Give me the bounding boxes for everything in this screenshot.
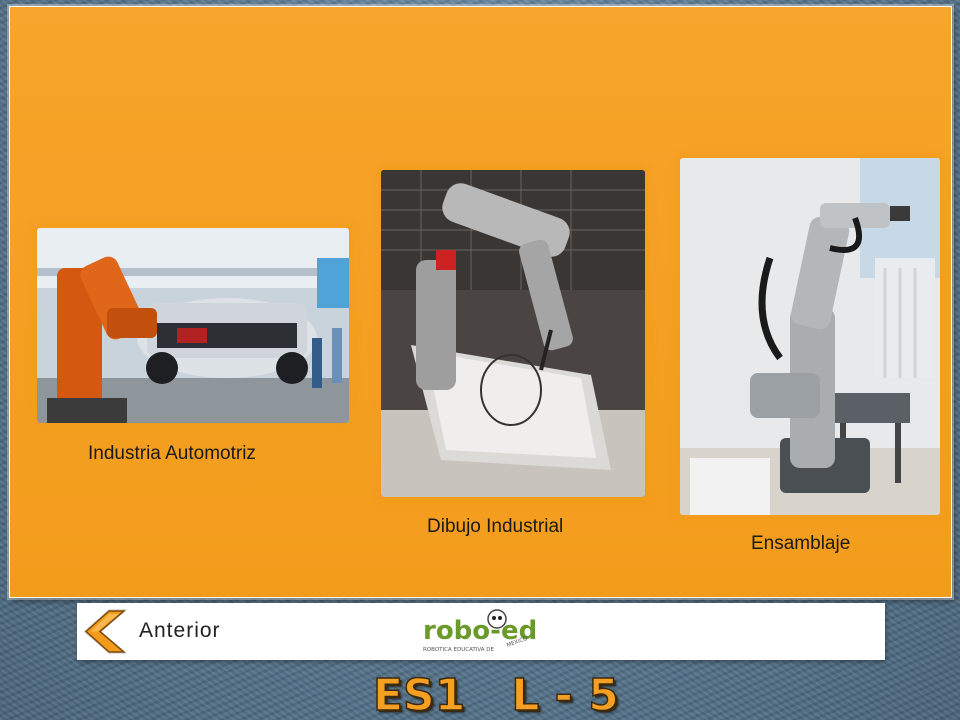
- logo-subtitle: ROBOTICA EDUCATIVA DE: [423, 647, 495, 653]
- back-label: Anterior: [139, 619, 221, 642]
- lesson-title: ES1 L - 5: [372, 670, 619, 720]
- footer-bar: Anterior robo-ed ROBOTICA EDUCATIVA DE M…: [77, 603, 885, 660]
- slide-panel: Industria Automotriz Dibujo Industrial E…: [9, 6, 952, 598]
- back-button[interactable]: Anterior: [77, 603, 277, 660]
- caption-automotive: Industria Automotriz: [88, 443, 256, 464]
- chevron-left-icon: [83, 609, 127, 654]
- caption-drawing: Dibujo Industrial: [427, 516, 564, 537]
- robo-ed-logo: robo-ed ROBOTICA EDUCATIVA DE MEXICO: [423, 609, 537, 653]
- assembly-robot-photo: [680, 158, 940, 515]
- automotive-robot-photo: [37, 228, 349, 423]
- drawing-robot-photo: [381, 170, 645, 497]
- caption-assembly: Ensamblaje: [751, 533, 851, 554]
